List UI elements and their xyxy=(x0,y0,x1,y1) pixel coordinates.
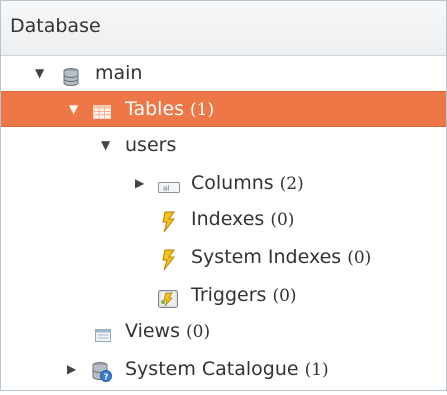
panel-header: Database xyxy=(1,1,446,56)
columns-icon: al xyxy=(157,173,180,193)
database-tree: ▼ main ▼ Tables (1) ▼ users ▶ al Columns… xyxy=(1,55,446,390)
tree-item-triggers-label: Triggers (0) xyxy=(191,284,297,306)
tree-item-main[interactable]: ▼ main xyxy=(1,55,446,91)
indexes-count: (0) xyxy=(270,210,295,230)
tree-item-indexes-label: Indexes (0) xyxy=(191,208,295,230)
expand-arrow-icon[interactable]: ▼ xyxy=(69,92,78,126)
table-icon xyxy=(92,99,112,119)
catalogue-icon: ? xyxy=(91,359,112,382)
lightning-icon xyxy=(159,209,179,233)
tree-item-system-catalogue[interactable]: ▶ ? System Catalogue (1) xyxy=(1,351,446,387)
expand-arrow-icon[interactable]: ▼ xyxy=(101,127,110,163)
tree-item-tables-label: Tables (1) xyxy=(125,98,215,120)
tree-item-columns[interactable]: ▶ al Columns (2) xyxy=(1,165,446,201)
views-count: (0) xyxy=(186,322,211,342)
collapse-arrow-icon[interactable]: ▶ xyxy=(67,351,76,387)
tables-count: (1) xyxy=(190,100,215,120)
tree-item-tables[interactable]: ▼ Tables (1) xyxy=(1,91,446,127)
tree-item-users-label: users xyxy=(125,134,177,156)
expand-arrow-icon[interactable]: ▼ xyxy=(35,55,44,91)
tree-item-system-catalogue-label: System Catalogue (1) xyxy=(125,358,329,380)
tree-item-views[interactable]: Views (0) xyxy=(1,313,446,349)
tree-item-columns-label: Columns (2) xyxy=(191,172,304,194)
tree-item-views-label: Views (0) xyxy=(125,320,211,342)
panel-title: Database xyxy=(10,15,101,37)
svg-text:?: ? xyxy=(104,373,109,382)
tree-item-system-indexes-label: System Indexes (0) xyxy=(191,246,372,268)
tree-item-system-indexes[interactable]: System Indexes (0) xyxy=(1,239,446,275)
trigger-icon xyxy=(157,285,178,308)
database-panel: Database ▼ main ▼ Tables (1) ▼ users ▶ a… xyxy=(0,0,447,391)
view-icon xyxy=(93,321,113,342)
tree-item-triggers[interactable]: Triggers (0) xyxy=(1,277,446,313)
system-indexes-count: (0) xyxy=(347,248,372,268)
tree-item-users[interactable]: ▼ users xyxy=(1,127,446,163)
lightning-icon xyxy=(159,247,179,271)
triggers-count: (0) xyxy=(272,286,297,306)
columns-count: (2) xyxy=(279,174,304,194)
svg-text:al: al xyxy=(163,185,169,193)
tree-item-indexes[interactable]: Indexes (0) xyxy=(1,201,446,237)
tree-item-main-label: main xyxy=(95,62,143,84)
database-icon xyxy=(61,63,81,86)
collapse-arrow-icon[interactable]: ▶ xyxy=(135,165,144,201)
system-catalogue-count: (1) xyxy=(304,360,329,380)
